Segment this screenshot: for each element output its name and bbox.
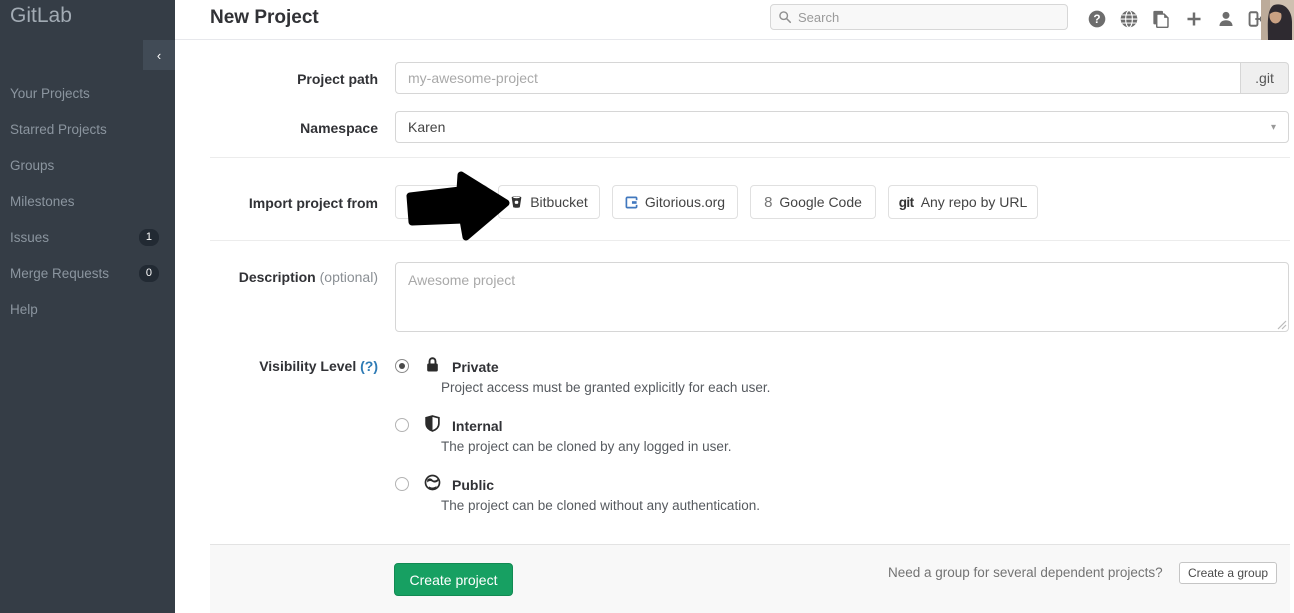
import-any-repo-button[interactable]: git Any repo by URL <box>888 185 1038 219</box>
import-button-label: Bitbucket <box>530 194 588 210</box>
lock-icon <box>424 356 441 373</box>
gitorious-icon <box>625 196 638 209</box>
sidebar-item-help[interactable]: Help <box>0 294 175 324</box>
project-path-input[interactable] <box>395 62 1241 94</box>
sidebar-item-label: Merge Requests <box>10 266 139 281</box>
sidebar-item-milestones[interactable]: Milestones <box>0 186 175 216</box>
visibility-option-private[interactable]: Private <box>452 359 499 375</box>
visibility-public-description: The project can be cloned without any au… <box>441 498 760 513</box>
visibility-label-text: Visibility Level <box>259 358 356 374</box>
search-box <box>770 4 1068 30</box>
sidebar-item-label: Starred Projects <box>10 122 159 137</box>
copy-icon[interactable] <box>1152 10 1170 28</box>
description-textarea[interactable] <box>395 262 1289 332</box>
chevron-left-icon: ‹ <box>157 48 161 63</box>
description-optional-hint: (optional) <box>320 269 378 285</box>
sidebar-item-label: Your Projects <box>10 86 159 101</box>
create-group-button[interactable]: Create a group <box>1179 562 1277 584</box>
help-icon[interactable]: ? <box>1088 10 1106 28</box>
issues-count-badge: 1 <box>139 229 159 246</box>
section-divider <box>210 240 1290 241</box>
sidebar: GitLab ‹ Your Projects Starred Projects … <box>0 0 175 613</box>
visibility-help-link[interactable]: (?) <box>360 358 378 374</box>
globe-icon[interactable] <box>1120 10 1138 28</box>
import-button-label: Gitorious.org <box>645 194 725 210</box>
project-path-label: Project path <box>180 71 378 87</box>
gitlab-new-project-page: GitLab ‹ Your Projects Starred Projects … <box>0 0 1294 613</box>
sidebar-item-issues[interactable]: Issues 1 <box>0 222 175 252</box>
sidebar-item-starred-projects[interactable]: Starred Projects <box>0 114 175 144</box>
radio-public[interactable] <box>395 477 409 491</box>
import-github-button-obscured[interactable] <box>395 185 488 219</box>
sidebar-item-merge-requests[interactable]: Merge Requests 0 <box>0 258 175 288</box>
namespace-label: Namespace <box>180 120 378 136</box>
globe-icon <box>424 474 441 491</box>
bitbucket-icon <box>510 195 523 209</box>
visibility-internal-description: The project can be cloned by any logged … <box>441 439 731 454</box>
sidebar-item-your-projects[interactable]: Your Projects <box>0 78 175 108</box>
namespace-selected-value: Karen <box>408 119 445 135</box>
user-icon[interactable] <box>1217 10 1235 28</box>
page-title: New Project <box>210 7 319 29</box>
import-button-label: Any repo by URL <box>921 194 1028 210</box>
visibility-option-public[interactable]: Public <box>452 477 494 493</box>
github-icon <box>431 195 445 209</box>
sidebar-collapse-button[interactable]: ‹ <box>143 40 175 70</box>
namespace-select[interactable]: Karen ▾ <box>395 111 1289 143</box>
git-suffix-addon: .git <box>1241 62 1289 94</box>
import-button-label: Google Code <box>779 194 862 210</box>
visibility-option-internal[interactable]: Internal <box>452 418 503 434</box>
description-label-text: Description <box>239 269 316 285</box>
import-google-code-button[interactable]: 8 Google Code <box>750 185 876 219</box>
sidebar-item-label: Issues <box>10 230 139 245</box>
radio-internal[interactable] <box>395 418 409 432</box>
sidebar-item-label: Milestones <box>10 194 159 209</box>
plus-icon[interactable] <box>1185 10 1203 28</box>
git-icon: git <box>899 195 914 210</box>
search-input[interactable] <box>770 4 1068 30</box>
radio-private[interactable] <box>395 359 409 373</box>
svg-text:?: ? <box>1093 12 1100 26</box>
user-avatar[interactable] <box>1261 0 1294 40</box>
sidebar-item-label: Groups <box>10 158 159 173</box>
import-gitorious-button[interactable]: Gitorious.org <box>612 185 738 219</box>
google-code-icon: 8 <box>764 194 772 211</box>
import-bitbucket-button[interactable]: Bitbucket <box>498 185 600 219</box>
section-divider <box>210 157 1290 158</box>
sidebar-item-groups[interactable]: Groups <box>0 150 175 180</box>
visibility-private-description: Project access must be granted explicitl… <box>441 380 770 395</box>
group-hint-text: Need a group for several dependent proje… <box>888 565 1163 580</box>
gitlab-logo: GitLab <box>10 4 72 28</box>
visibility-level-label: Visibility Level (?) <box>180 358 378 374</box>
import-from-label: Import project from <box>180 195 378 211</box>
shield-icon <box>424 415 441 432</box>
sidebar-item-label: Help <box>10 302 159 317</box>
merge-requests-count-badge: 0 <box>139 265 159 282</box>
caret-down-icon: ▾ <box>1271 122 1276 133</box>
create-project-button[interactable]: Create project <box>394 563 513 596</box>
description-label: Description (optional) <box>180 269 378 285</box>
